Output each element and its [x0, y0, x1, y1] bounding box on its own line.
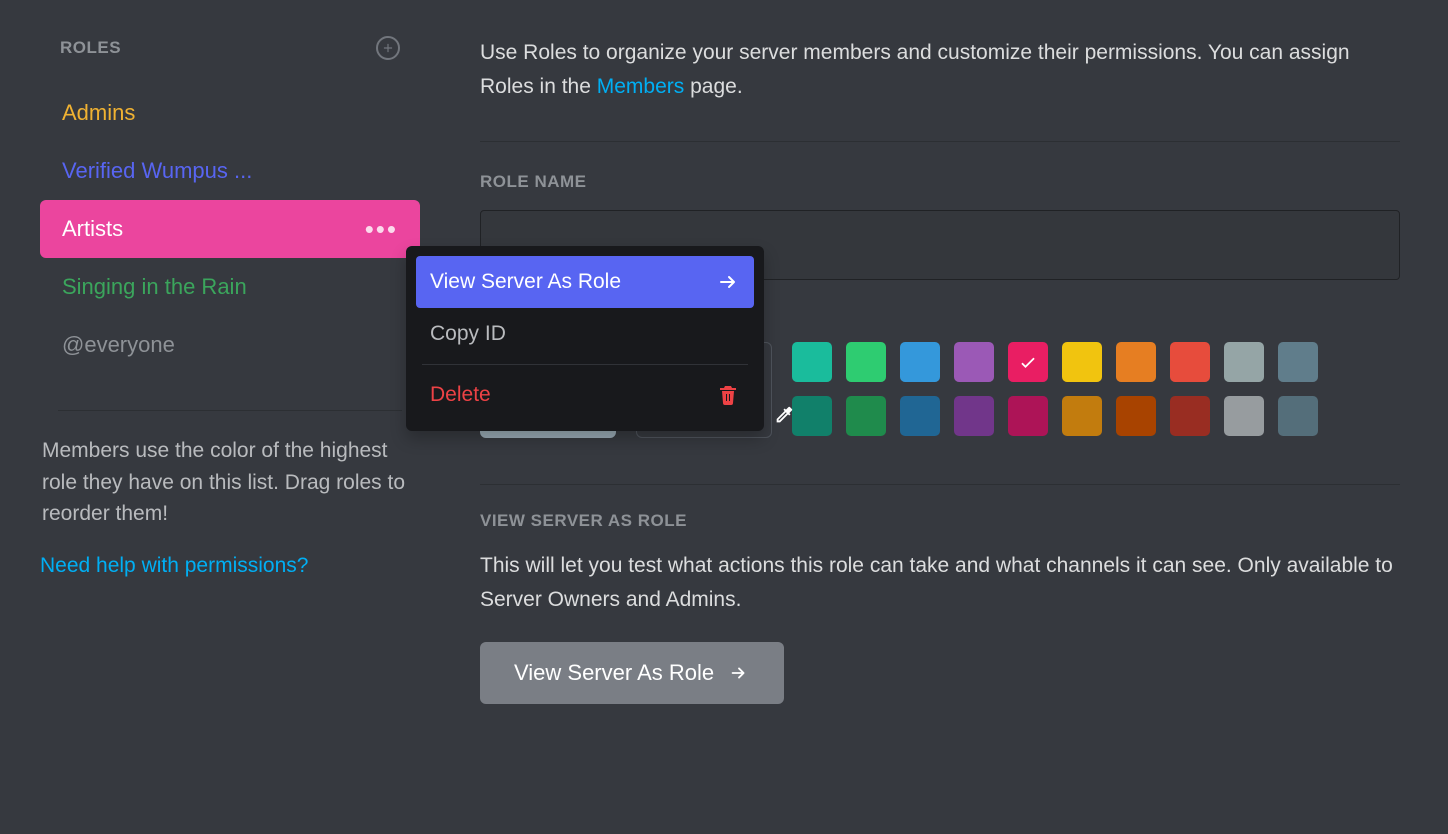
divider [480, 141, 1400, 142]
color-swatch[interactable] [792, 396, 832, 436]
color-swatch[interactable] [900, 342, 940, 382]
arrow-right-icon [728, 662, 750, 684]
roles-heading: Roles [60, 38, 121, 58]
view-as-role-heading: View Server As Role [480, 511, 1400, 531]
color-swatch[interactable] [1008, 342, 1048, 382]
color-swatch[interactable] [1224, 396, 1264, 436]
view-server-as-role-button[interactable]: View Server As Role [480, 642, 784, 704]
eyedropper-icon[interactable] [773, 404, 795, 431]
color-swatch[interactable] [1116, 396, 1156, 436]
color-swatch[interactable] [1224, 342, 1264, 382]
color-swatch[interactable] [954, 342, 994, 382]
color-swatch[interactable] [1170, 342, 1210, 382]
arrow-right-icon [716, 270, 740, 294]
divider [480, 484, 1400, 485]
menu-view-as-role[interactable]: View Server As Role [416, 256, 754, 308]
color-swatch[interactable] [954, 396, 994, 436]
permissions-help-link[interactable]: Need help with permissions? [40, 554, 420, 578]
color-swatch[interactable] [1062, 396, 1102, 436]
color-swatch[interactable] [1116, 342, 1156, 382]
role-label: @everyone [62, 332, 175, 357]
role-label: Admins [62, 100, 135, 125]
color-swatches-row [792, 396, 1318, 436]
color-swatches-row [792, 342, 1318, 382]
role-item-artists[interactable]: Artists ••• [40, 200, 420, 258]
role-item-everyone[interactable]: @everyone [40, 316, 420, 374]
role-name-label: Role Name [480, 172, 1400, 192]
intro-text: Use Roles to organize your server member… [480, 36, 1400, 103]
color-swatch[interactable] [846, 396, 886, 436]
color-swatch[interactable] [846, 342, 886, 382]
role-label: Verified Wumpus ... [62, 158, 252, 183]
divider [422, 364, 748, 365]
members-link[interactable]: Members [597, 75, 685, 98]
divider [58, 410, 402, 411]
color-swatch[interactable] [900, 396, 940, 436]
role-list: Admins Verified Wumpus ... Artists ••• S… [40, 84, 420, 374]
color-swatch[interactable] [792, 342, 832, 382]
role-item-verified-wumpus[interactable]: Verified Wumpus ... [40, 142, 420, 200]
trash-icon [716, 383, 740, 407]
role-context-menu: View Server As Role Copy ID Delete [406, 246, 764, 431]
color-swatch[interactable] [1062, 342, 1102, 382]
role-item-singing[interactable]: Singing in the Rain [40, 258, 420, 316]
add-role-icon[interactable] [376, 36, 400, 60]
color-swatch[interactable] [1278, 342, 1318, 382]
role-item-admins[interactable]: Admins [40, 84, 420, 142]
color-swatch[interactable] [1278, 396, 1318, 436]
role-label: Artists [62, 216, 123, 242]
menu-copy-id[interactable]: Copy ID [416, 308, 754, 360]
color-swatch[interactable] [1008, 396, 1048, 436]
color-swatch[interactable] [1170, 396, 1210, 436]
view-as-role-desc: This will let you test what actions this… [480, 549, 1400, 616]
menu-delete[interactable]: Delete [416, 369, 754, 421]
role-label: Singing in the Rain [62, 274, 247, 299]
roles-hint: Members use the color of the highest rol… [40, 435, 420, 530]
roles-sidebar: Roles Admins Verified Wumpus ... Artists… [40, 36, 420, 704]
